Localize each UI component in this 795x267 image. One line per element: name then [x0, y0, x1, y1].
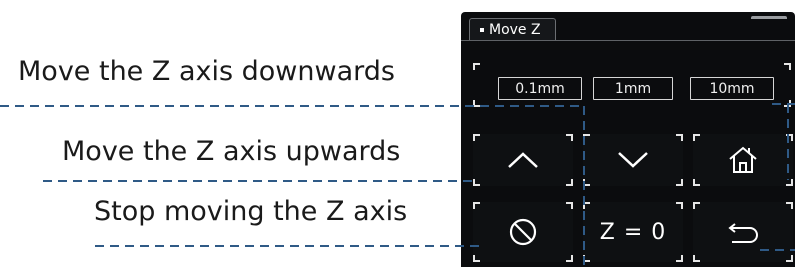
- frame-corner: [786, 255, 793, 262]
- frame-corner: [676, 202, 683, 209]
- set-z-zero-button[interactable]: Z = 0: [583, 202, 683, 262]
- stop-icon: [509, 218, 537, 246]
- panel-top-decoration: [751, 16, 787, 23]
- frame-corner: [583, 179, 590, 186]
- frame-corner: [473, 63, 480, 70]
- frame-corner: [566, 134, 573, 141]
- frame-corner: [473, 202, 480, 209]
- tab-bullet-icon: [480, 28, 484, 32]
- frame-corner: [786, 202, 793, 209]
- step-1mm-button[interactable]: 1mm: [593, 77, 673, 100]
- move-z-panel: Move Z 0.1mm 1mm 10mm Z = 0: [461, 12, 795, 267]
- frame-corner: [566, 255, 573, 262]
- annotation-move-down: Move the Z axis downwards: [18, 56, 395, 87]
- chevron-up-icon: [508, 152, 538, 168]
- step-10mm-button[interactable]: 10mm: [690, 77, 774, 100]
- frame-corner: [693, 255, 700, 262]
- frame-corner: [566, 179, 573, 186]
- back-button[interactable]: [693, 202, 793, 262]
- frame-corner: [786, 179, 793, 186]
- move-z-up-button[interactable]: [473, 134, 573, 186]
- frame-corner: [473, 134, 480, 141]
- frame-corner: [583, 202, 590, 209]
- frame-corner: [566, 202, 573, 209]
- tab-label: Move Z: [489, 22, 541, 38]
- frame-corner: [473, 179, 480, 186]
- z-control-grid: Z = 0: [473, 134, 793, 267]
- frame-corner: [693, 202, 700, 209]
- frame-corner: [693, 134, 700, 141]
- tab-underline: [461, 40, 795, 41]
- frame-corner: [583, 134, 590, 141]
- back-arrow-icon: [728, 223, 758, 243]
- set-z-zero-label: Z = 0: [599, 219, 667, 245]
- frame-corner: [784, 100, 791, 107]
- step-size-selector: 0.1mm 1mm 10mm: [473, 57, 791, 107]
- frame-corner: [676, 179, 683, 186]
- chevron-down-icon: [618, 152, 648, 168]
- tab-move-z[interactable]: Move Z: [469, 18, 556, 41]
- home-z-button[interactable]: [693, 134, 793, 186]
- frame-corner: [583, 255, 590, 262]
- frame-corner: [693, 179, 700, 186]
- frame-corner: [676, 134, 683, 141]
- move-z-down-button[interactable]: [583, 134, 683, 186]
- stop-z-button[interactable]: [473, 202, 573, 262]
- annotation-stop: Stop moving the Z axis: [94, 196, 408, 227]
- step-0-1mm-button[interactable]: 0.1mm: [498, 77, 582, 100]
- frame-corner: [784, 63, 791, 70]
- frame-corner: [676, 255, 683, 262]
- annotation-move-up: Move the Z axis upwards: [62, 136, 401, 167]
- home-icon: [729, 146, 757, 173]
- frame-corner: [473, 100, 480, 107]
- frame-corner: [473, 255, 480, 262]
- frame-corner: [786, 134, 793, 141]
